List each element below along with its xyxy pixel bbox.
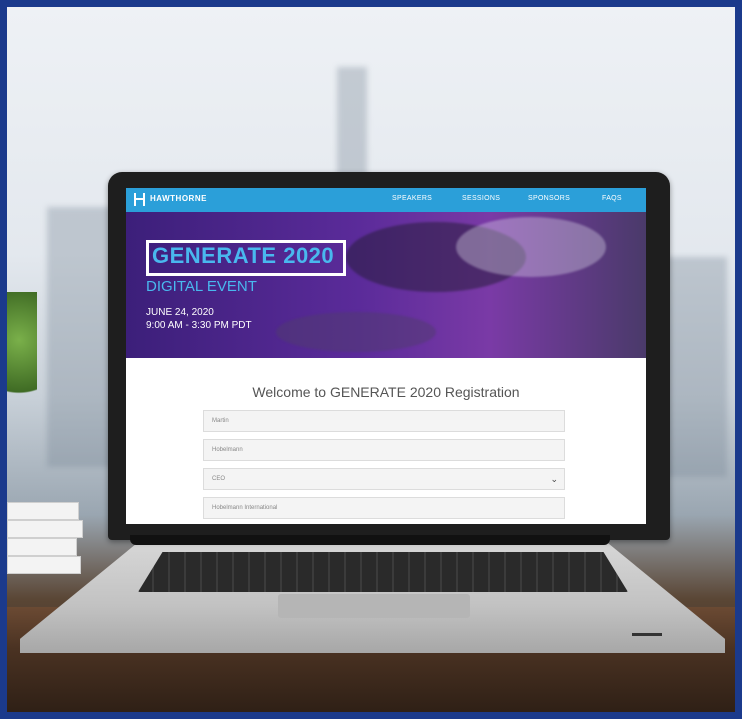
first-name-field[interactable]: Martin [203, 410, 565, 432]
laptop-screen: HAWTHORNE SPEAKERS SESSIONS SPONSORS FAQ… [126, 188, 646, 524]
book-stack [7, 502, 87, 582]
last-name-value: Hobelmann [212, 447, 243, 453]
keyboard [138, 552, 628, 592]
company-field[interactable]: Hobelmann International [203, 497, 565, 519]
company-value: Hobelmann International [212, 505, 278, 511]
nav-speakers[interactable]: SPEAKERS [392, 195, 432, 202]
nav-faqs[interactable]: FAQS [602, 195, 622, 202]
hawthorne-logo-icon[interactable] [134, 193, 145, 206]
nav-sessions[interactable]: SESSIONS [462, 195, 500, 202]
job-title-value: CEO [212, 476, 226, 482]
hero-banner: GENERATE 2020 DIGITAL EVENT JUNE 24, 202… [126, 212, 646, 358]
last-name-field[interactable]: Hobelmann [203, 439, 565, 461]
registration-heading: Welcome to GENERATE 2020 Registration [252, 384, 520, 400]
event-time: 9:00 AM - 3:30 PM PDT [146, 320, 252, 331]
status-light [632, 633, 662, 636]
site-navbar: HAWTHORNE SPEAKERS SESSIONS SPONSORS FAQ… [126, 188, 646, 212]
job-title-select[interactable]: CEO ⌄ [203, 468, 565, 490]
event-title: GENERATE 2020 [152, 243, 335, 268]
first-name-value: Martin [212, 418, 229, 424]
plant [7, 292, 37, 412]
event-date: JUNE 24, 2020 [146, 307, 214, 318]
laptop-hinge [130, 535, 610, 545]
nav-sponsors[interactable]: SPONSORS [528, 195, 570, 202]
event-subtitle: DIGITAL EVENT [146, 278, 257, 295]
trackpad [278, 594, 470, 618]
background-frame: HAWTHORNE SPEAKERS SESSIONS SPONSORS FAQ… [0, 0, 742, 719]
chevron-down-icon[interactable]: ⌄ [550, 474, 558, 485]
brand-name[interactable]: HAWTHORNE [150, 194, 207, 203]
